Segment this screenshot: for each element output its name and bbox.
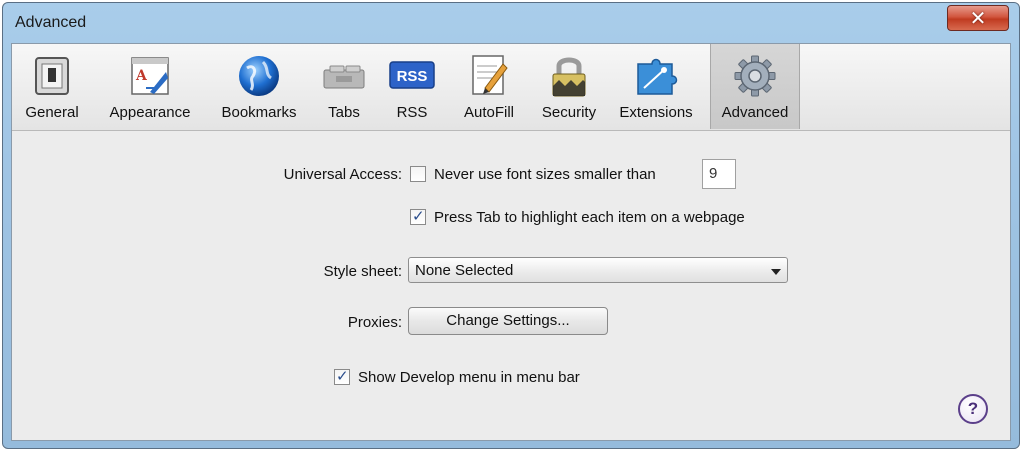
tab-autofill-label: AutoFill <box>463 104 515 121</box>
tab-security-label: Security <box>541 104 597 121</box>
svg-text:RSS: RSS <box>397 68 428 85</box>
style-sheet-value: None Selected <box>415 262 514 279</box>
font-size-option-label: Never use font sizes smaller than <box>434 166 656 183</box>
preferences-toolbar: General A Appearance Bookmarks Tabs RSS … <box>12 44 1010 131</box>
general-switch-icon <box>35 57 69 95</box>
svg-text:A: A <box>135 68 148 84</box>
tab-tabs-label: Tabs <box>328 104 360 121</box>
universal-access-label: Universal Access: <box>283 166 402 183</box>
tab-appearance[interactable]: A Appearance <box>98 48 202 128</box>
title-bar[interactable]: Advanced ✕ <box>3 3 1019 43</box>
tab-bookmarks[interactable]: Bookmarks <box>210 48 308 128</box>
appearance-font-icon: A <box>131 57 169 95</box>
tab-highlight-option-label: Press Tab to highlight each item on a we… <box>434 209 745 226</box>
style-sheet-label: Style sheet: <box>323 263 402 280</box>
tab-extensions[interactable]: Extensions <box>612 48 700 128</box>
window-title: Advanced <box>15 14 87 31</box>
tab-security[interactable]: Security <box>532 48 606 128</box>
autofill-pencil-icon <box>472 55 508 95</box>
tab-highlight-checkbox[interactable]: ✓ <box>410 207 426 225</box>
preferences-window: Advanced ✕ General A Appearance Bookmark… <box>2 2 1020 449</box>
font-size-field[interactable]: 9 <box>702 159 736 189</box>
rss-icon: RSS <box>389 61 435 89</box>
style-sheet-select[interactable]: None Selected <box>408 257 788 283</box>
checkmark-icon: ✓ <box>336 367 349 385</box>
font-size-checkbox[interactable] <box>410 166 426 182</box>
puzzle-icon <box>637 58 678 95</box>
help-button[interactable]: ? <box>958 394 988 424</box>
tab-autofill[interactable]: AutoFill <box>452 48 526 128</box>
tab-advanced[interactable]: Advanced <box>710 44 800 129</box>
globe-icon <box>239 56 279 96</box>
preferences-pane: General A Appearance Bookmarks Tabs RSS … <box>11 43 1011 441</box>
tab-rss[interactable]: RSS RSS <box>384 48 440 128</box>
proxies-label: Proxies: <box>347 314 402 331</box>
tab-bookmarks-label: Bookmarks <box>221 104 297 121</box>
checkmark-icon: ✓ <box>412 207 425 225</box>
tab-general[interactable]: General <box>16 48 88 128</box>
help-icon: ? <box>967 399 979 418</box>
tab-rss-label: RSS <box>396 104 428 121</box>
tab-advanced-label: Advanced <box>721 104 789 121</box>
tab-appearance-label: Appearance <box>109 104 191 121</box>
tabs-icon <box>323 65 365 89</box>
gear-icon <box>734 55 776 97</box>
close-icon: ✕ <box>969 6 987 30</box>
close-button[interactable]: ✕ <box>947 5 1009 31</box>
tab-general-label: General <box>25 104 79 121</box>
tab-tabs[interactable]: Tabs <box>316 48 372 128</box>
develop-menu-option-label: Show Develop menu in menu bar <box>358 369 580 386</box>
chevron-down-icon <box>771 269 781 275</box>
change-settings-button[interactable]: Change Settings... <box>408 307 608 335</box>
padlock-icon <box>552 57 586 97</box>
develop-menu-checkbox[interactable]: ✓ <box>334 367 350 385</box>
tab-extensions-label: Extensions <box>619 104 693 121</box>
